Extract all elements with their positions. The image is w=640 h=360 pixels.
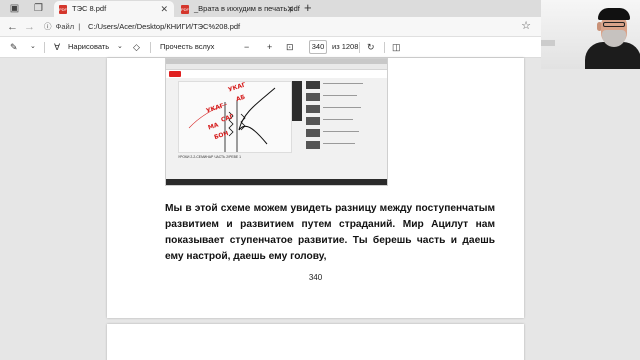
divider [359, 42, 360, 53]
recommendation-line [323, 119, 353, 120]
video-title: УРОКИ 2-2-СЕМИНАР ЧАСТЬ 2/РЕВЕ 1 [178, 155, 241, 159]
webcam-shelf [541, 40, 555, 46]
recommendation-thumb [306, 117, 320, 125]
tab-tes8[interactable]: PDF ТЭС 8.pdf ✕ [54, 1, 174, 17]
youtube-logo-icon [169, 71, 181, 77]
back-icon[interactable]: ← [7, 20, 18, 34]
presenter-glasses [603, 22, 625, 27]
recommendation-thumb [306, 105, 320, 113]
page-number-input[interactable]: 340 [309, 40, 327, 54]
chevron-down-icon[interactable]: ⌄ [30, 40, 36, 54]
tab-strip: ▣ ❐ PDF ТЭС 8.pdf ✕ PDF _Врата в иххудим… [0, 0, 541, 17]
recommendation-line [323, 131, 359, 132]
shot-header [166, 70, 387, 78]
pdf-page-next [107, 324, 524, 360]
pdf-viewer[interactable]: УКАГ АБ УКАГ САГ МА БОН УРОКИ 2-2-СЕМИНА… [0, 58, 541, 360]
recommendation-line [323, 107, 361, 108]
pdf-icon: PDF [181, 5, 189, 14]
side-panel-background [541, 69, 640, 360]
recommendation-line [323, 95, 357, 96]
tab-actions-icon[interactable]: ❐ [32, 2, 45, 15]
tab-vrata[interactable]: PDF _Врата в иххудим в печать.pdf ✕ [176, 1, 300, 17]
pdf-toolbar: ✎ ⌄ ∀ Нарисовать ⌄ ◇ Прочесть вслух − + … [0, 37, 541, 58]
shot-sidebar [292, 81, 302, 121]
recommendation-thumb [306, 129, 320, 137]
divider [150, 42, 151, 53]
pdf-icon: PDF [59, 5, 67, 14]
draw-icon[interactable]: ∀ [54, 40, 60, 54]
divider [44, 42, 45, 53]
recommendation-line [323, 83, 363, 84]
tab-title: ТЭС 8.pdf [72, 4, 107, 13]
chevron-down-icon[interactable]: ⌄ [117, 40, 123, 54]
recommendation-thumb [306, 141, 320, 149]
page-total: из 1208 [332, 42, 359, 51]
presenter-cap [598, 8, 630, 20]
site-label: Файл [55, 22, 75, 31]
address-bar: ← → ⓘ Файл | C:/Users/Acer/Desktop/КНИГИ… [0, 17, 541, 37]
divider [384, 42, 385, 53]
forward-icon[interactable]: → [24, 20, 35, 34]
webcam-overlay [541, 0, 640, 69]
close-icon[interactable]: ✕ [160, 1, 168, 17]
page-number: 340 [308, 273, 323, 282]
tab-title: _Врата в иххудим в печать.pdf [194, 4, 300, 13]
workspaces-icon[interactable]: ▣ [8, 2, 21, 15]
favorite-star-icon[interactable]: ☆ [521, 19, 531, 32]
pdf-page: УКАГ АБ УКАГ САГ МА БОН УРОКИ 2-2-СЕМИНА… [107, 58, 524, 318]
url-field[interactable]: C:/Users/Acer/Desktop/КНИГИ/ТЭС%208.pdf [88, 21, 240, 33]
highlight-icon[interactable]: ✎ [10, 40, 18, 54]
read-aloud-button[interactable]: Прочесть вслух [160, 41, 214, 53]
fit-page-icon[interactable]: ⊡ [286, 40, 294, 54]
eraser-icon[interactable]: ◇ [133, 40, 140, 54]
site-info[interactable]: ⓘ Файл | [44, 21, 80, 33]
recommendation-line [323, 143, 355, 144]
recommendation-thumb [306, 93, 320, 101]
page-view-icon[interactable]: ◫ [392, 40, 401, 54]
whiteboard-drawing [188, 87, 276, 152]
shot-taskbar [166, 179, 387, 185]
zoom-out-button[interactable]: − [244, 40, 249, 54]
close-icon[interactable]: ✕ [286, 1, 294, 17]
body-paragraph: Мы в этой схеме можем увидеть разницу ме… [165, 203, 495, 262]
recommendation-thumb [306, 81, 320, 89]
new-tab-icon[interactable]: + [304, 0, 312, 15]
zoom-in-button[interactable]: + [267, 40, 272, 54]
rotate-icon[interactable]: ↻ [367, 40, 375, 54]
embedded-screenshot: УКАГ АБ УКАГ САГ МА БОН УРОКИ 2-2-СЕМИНА… [165, 58, 388, 186]
draw-label[interactable]: Нарисовать [68, 41, 109, 53]
